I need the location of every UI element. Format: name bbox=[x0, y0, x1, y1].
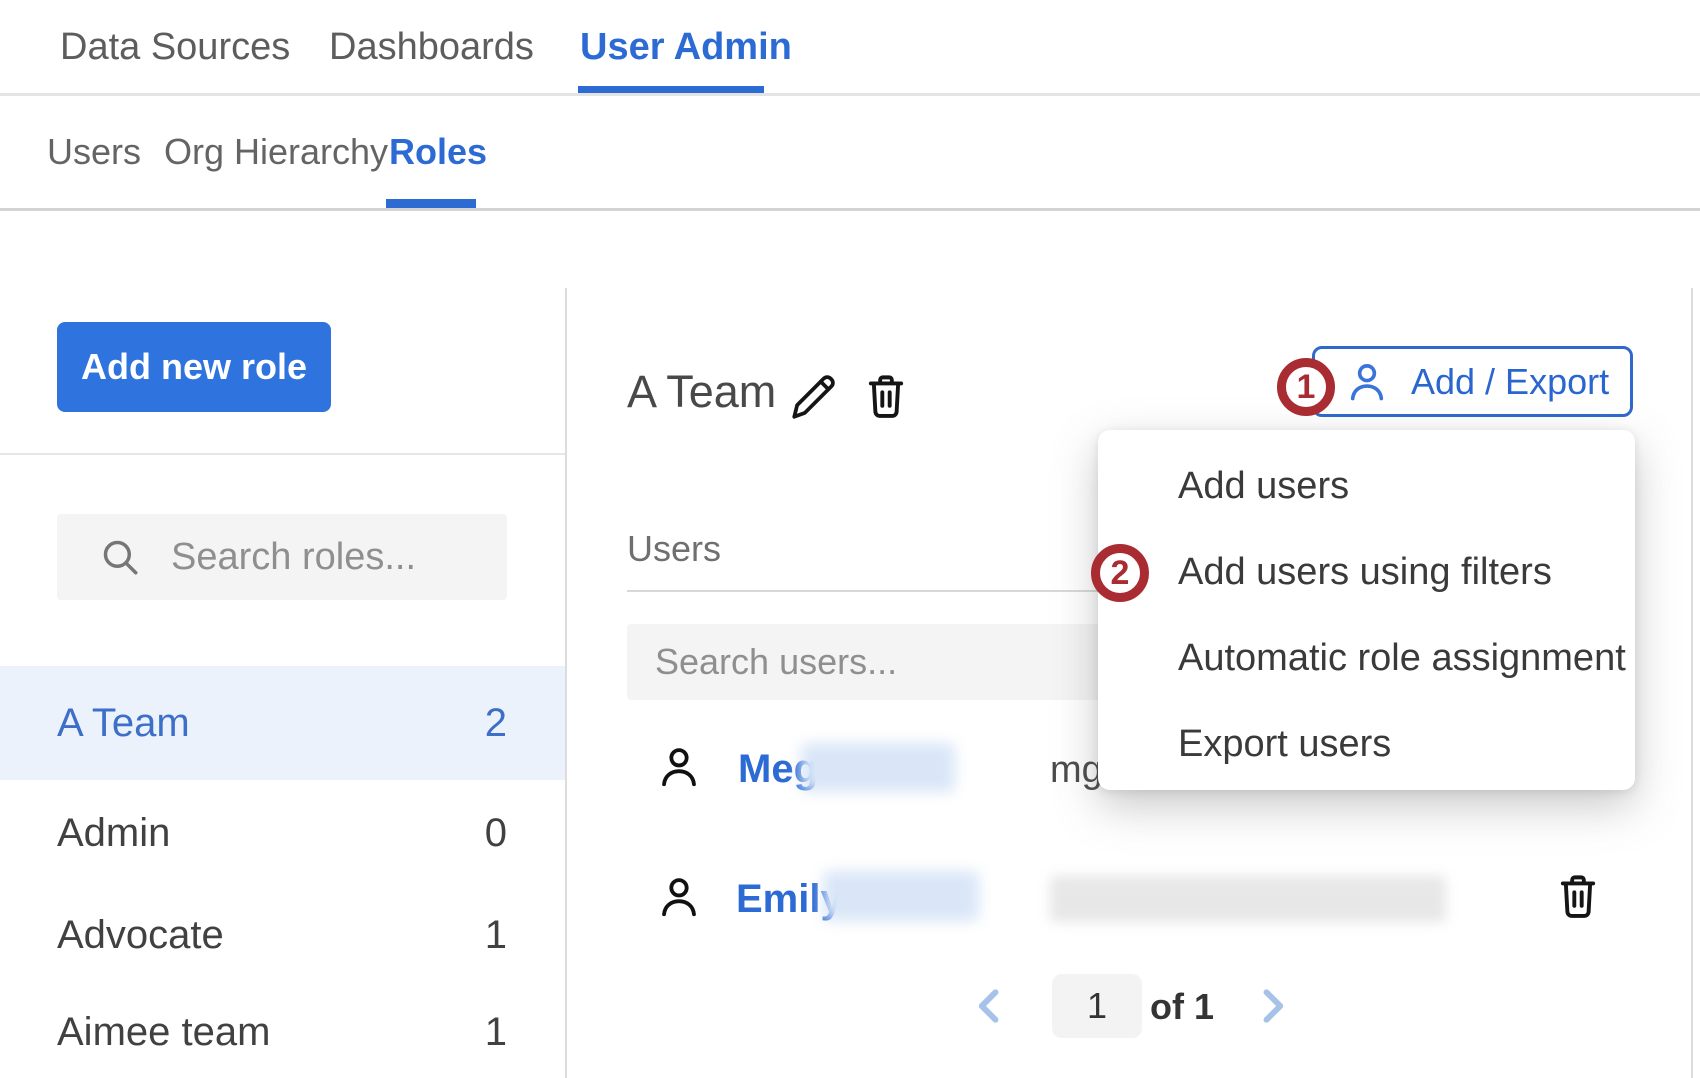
search-icon bbox=[99, 536, 141, 578]
remove-user-button[interactable] bbox=[1552, 870, 1604, 922]
role-count: 0 bbox=[485, 811, 507, 856]
add-export-menu: Add users Add users using filters Automa… bbox=[1098, 430, 1635, 790]
page-number-box[interactable]: 1 bbox=[1052, 974, 1142, 1038]
role-row-advocate[interactable]: Advocate 1 bbox=[0, 884, 567, 986]
role-name: A Team bbox=[57, 701, 190, 746]
menu-item-add-users-using-filters[interactable]: Add users using filters bbox=[1098, 529, 1635, 615]
add-export-button[interactable]: Add / Export bbox=[1312, 346, 1633, 417]
active-subtab-underline bbox=[386, 199, 476, 208]
trash-icon bbox=[860, 370, 912, 422]
right-edge-divider bbox=[1691, 288, 1693, 1078]
role-row-admin[interactable]: Admin 0 bbox=[0, 782, 567, 884]
chevron-left-icon bbox=[968, 984, 1012, 1028]
annotation-step-1-badge: 1 bbox=[1277, 358, 1335, 416]
page-count-label: of 1 bbox=[1150, 986, 1214, 1028]
role-count: 2 bbox=[485, 701, 507, 746]
tab-data-sources[interactable]: Data Sources bbox=[60, 0, 290, 94]
role-row-a-team[interactable]: A Team 2 bbox=[0, 666, 567, 780]
subtab-roles[interactable]: Roles bbox=[389, 96, 487, 208]
role-name: Aimee team bbox=[57, 1010, 270, 1055]
add-new-role-button[interactable]: Add new role bbox=[57, 322, 331, 412]
search-roles-box bbox=[57, 514, 507, 600]
user-avatar-icon bbox=[656, 744, 702, 790]
menu-item-automatic-role-assignment[interactable]: Automatic role assignment bbox=[1098, 615, 1635, 701]
search-roles-input[interactable] bbox=[171, 536, 471, 579]
role-count: 1 bbox=[485, 1010, 507, 1055]
redacted-last-name bbox=[801, 743, 955, 792]
sidebar-divider bbox=[0, 453, 567, 455]
previous-page-button[interactable] bbox=[968, 984, 1012, 1028]
menu-item-add-users[interactable]: Add users bbox=[1098, 443, 1635, 529]
chevron-right-icon bbox=[1250, 984, 1294, 1028]
users-column-header: Users bbox=[627, 528, 721, 570]
edit-role-button[interactable] bbox=[788, 372, 838, 422]
subtab-org-hierarchy[interactable]: Org Hierarchy bbox=[164, 96, 388, 208]
role-row-aimee-team[interactable]: Aimee team 1 bbox=[0, 986, 567, 1078]
person-icon bbox=[1345, 360, 1389, 404]
user-admin-screen: Data Sources Dashboards User Admin Users… bbox=[0, 0, 1700, 1078]
subnav-divider bbox=[0, 208, 1700, 211]
role-count: 1 bbox=[485, 913, 507, 958]
page-title: A Team bbox=[627, 366, 776, 418]
user-avatar-icon bbox=[656, 874, 702, 920]
delete-role-button[interactable] bbox=[860, 370, 912, 422]
search-users-input[interactable] bbox=[655, 641, 1175, 683]
menu-item-export-users[interactable]: Export users bbox=[1098, 701, 1635, 787]
tab-user-admin[interactable]: User Admin bbox=[580, 0, 792, 94]
next-page-button[interactable] bbox=[1250, 984, 1294, 1028]
add-export-label: Add / Export bbox=[1411, 361, 1609, 403]
trash-icon bbox=[1552, 870, 1604, 922]
panel-divider-vertical bbox=[565, 288, 567, 1078]
role-name: Admin bbox=[57, 811, 170, 856]
tab-dashboards[interactable]: Dashboards bbox=[329, 0, 534, 94]
redacted-email bbox=[1050, 876, 1446, 922]
user-email: mg bbox=[1050, 749, 1103, 792]
subtab-users[interactable]: Users bbox=[47, 96, 141, 208]
pencil-icon bbox=[788, 372, 838, 422]
role-name: Advocate bbox=[57, 913, 224, 958]
redacted-last-name bbox=[823, 871, 979, 921]
annotation-step-2-badge: 2 bbox=[1091, 544, 1149, 602]
